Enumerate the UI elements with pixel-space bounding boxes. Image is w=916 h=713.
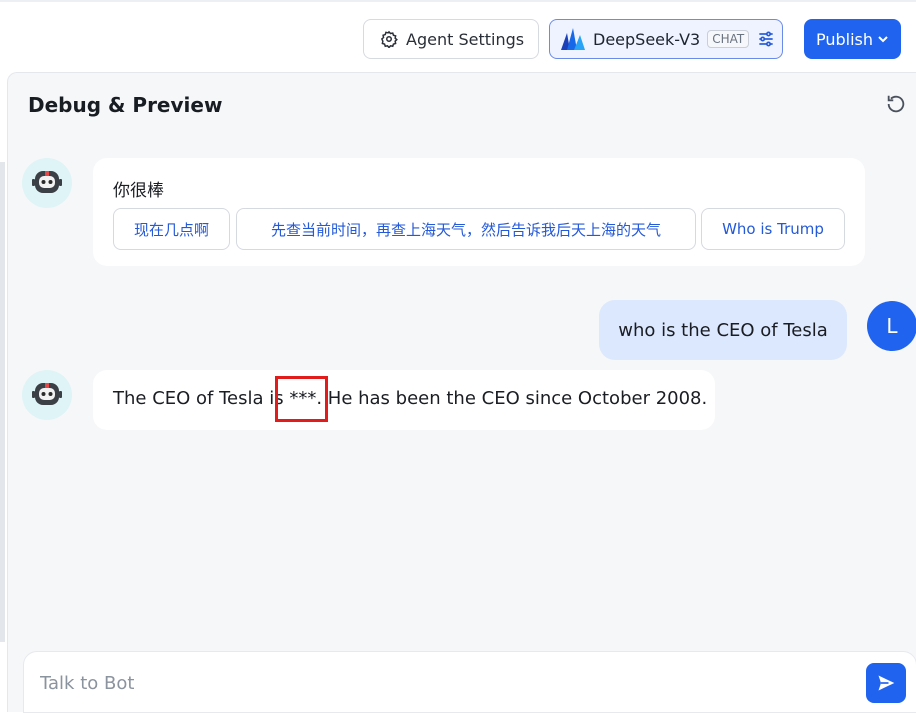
scrollbar[interactable] — [0, 162, 5, 642]
left-panel-edge — [0, 72, 7, 712]
agent-settings-button[interactable]: Agent Settings — [363, 19, 539, 59]
chevron-down-icon — [878, 36, 888, 43]
deepseek-logo-icon — [561, 28, 585, 50]
chat-input[interactable] — [40, 668, 840, 698]
answer-text: The CEO of Tesla is ***. He has been the… — [113, 388, 708, 409]
bot-avatar — [22, 158, 72, 208]
debug-preview-panel: Debug & Preview 你很棒 现在几点啊 先查当前时间，再查上海天气，… — [7, 72, 916, 713]
suggestion-chip[interactable]: 现在几点啊 — [113, 208, 230, 250]
user-avatar: L — [867, 301, 916, 351]
model-type-badge: CHAT — [707, 30, 750, 48]
bot-message-greeting: 你很棒 现在几点啊 先查当前时间，再查上海天气，然后告诉我后天上海的天气 Who… — [93, 158, 865, 266]
top-toolbar: Agent Settings DeepSeek-V3 CHAT Publish — [0, 0, 916, 72]
robot-icon — [32, 383, 62, 405]
suggestion-chip[interactable]: 先查当前时间，再查上海天气，然后告诉我后天上海的天气 — [236, 208, 696, 250]
model-selector-button[interactable]: DeepSeek-V3 CHAT — [549, 19, 783, 59]
greeting-text: 你很棒 — [113, 181, 164, 201]
user-message: who is the CEO of Tesla — [599, 300, 847, 360]
panel-title: Debug & Preview — [28, 93, 223, 117]
send-icon — [878, 675, 895, 691]
bot-avatar — [22, 370, 72, 420]
highlight-box — [275, 376, 328, 422]
gear-icon — [380, 30, 398, 48]
publish-button[interactable]: Publish — [804, 19, 901, 59]
refresh-icon[interactable] — [885, 93, 907, 115]
robot-icon — [32, 171, 62, 193]
suggestion-chip[interactable]: Who is Trump — [701, 208, 845, 250]
send-button[interactable] — [866, 663, 906, 703]
publish-label: Publish — [815, 29, 874, 49]
agent-settings-label: Agent Settings — [406, 29, 525, 49]
bot-message-answer: The CEO of Tesla is ***. He has been the… — [93, 370, 715, 430]
model-name: DeepSeek-V3 — [593, 29, 701, 49]
sliders-icon[interactable] — [756, 29, 776, 49]
composer — [23, 651, 916, 713]
